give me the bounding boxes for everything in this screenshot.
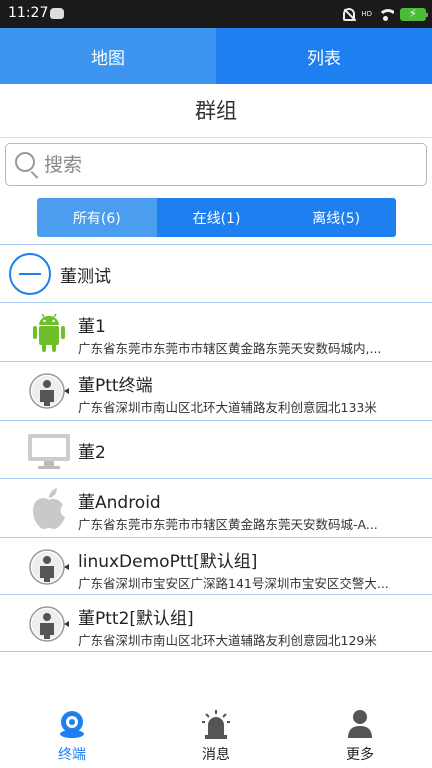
status-time: 11:27 <box>8 5 49 21</box>
filter-online[interactable]: 在线(1) <box>156 198 277 237</box>
wifi-icon <box>378 7 394 21</box>
apple-icon <box>33 488 65 529</box>
ptt-user-icon <box>29 549 69 585</box>
device-name: 董1 <box>78 317 106 337</box>
device-name: linuxDemoPtt[默认组] <box>78 552 258 572</box>
ptt-user-icon <box>29 606 69 642</box>
group-name: 董测试 <box>60 267 111 287</box>
page-title: 群组 <box>0 84 432 138</box>
search-input[interactable] <box>44 148 414 182</box>
search-box <box>5 143 427 186</box>
android-icon <box>33 313 65 352</box>
charging-battery-icon: ⚡ <box>400 7 428 21</box>
terminal-icon <box>60 711 84 738</box>
person-icon <box>348 710 372 738</box>
device-name: 董Ptt终端 <box>78 376 153 396</box>
device-name: 董Ptt2[默认组] <box>78 609 194 629</box>
device-row[interactable]: 董Android 广东省东莞市东莞市市辖区黄金路东莞天安数码城-A... <box>0 479 432 537</box>
device-row[interactable]: 董2 <box>0 421 432 479</box>
bottom-nav: 终端 消息 更多 <box>0 700 432 768</box>
view-tabs: 地图 列表 <box>0 28 432 84</box>
device-address: 广东省深圳市南山区北环大道辅路友利创意园北129米 <box>78 633 377 648</box>
group-header[interactable]: 董测试 <box>0 246 432 302</box>
device-row[interactable]: 董1 广东省东莞市东莞市市辖区黄金路东莞天安数码城内,... <box>0 303 432 361</box>
device-address: 广东省深圳市南山区北环大道辅路友利创意园北133米 <box>78 400 377 415</box>
collapse-icon[interactable] <box>9 253 51 295</box>
nav-label: 终端 <box>58 747 86 763</box>
nav-messages[interactable]: 消息 <box>144 700 288 768</box>
nav-label: 消息 <box>202 747 230 763</box>
search-icon <box>15 152 35 172</box>
device-address: 广东省深圳市宝安区广深路141号深圳市宝安区交警大... <box>78 576 389 591</box>
filter-offline[interactable]: 离线(5) <box>276 198 396 237</box>
divider <box>0 244 432 245</box>
hd-indicator: HD <box>361 9 372 18</box>
notification-icon <box>50 8 64 19</box>
device-row[interactable]: 董Ptt终端 广东省深圳市南山区北环大道辅路友利创意园北133米 <box>0 362 432 420</box>
device-name: 董2 <box>78 443 106 463</box>
status-bar: 11:27 HD ⚡ <box>0 0 432 28</box>
alarm-icon <box>202 710 230 739</box>
mute-icon <box>343 7 356 21</box>
device-address: 广东省东莞市东莞市市辖区黄金路东莞天安数码城-A... <box>78 517 378 532</box>
nav-terminal[interactable]: 终端 <box>0 700 144 768</box>
device-row[interactable]: 董Ptt2[默认组] 广东省深圳市南山区北环大道辅路友利创意园北129米 <box>0 595 432 653</box>
monitor-icon <box>28 434 70 469</box>
status-filter: 所有(6) 在线(1) 离线(5) <box>37 198 396 237</box>
ptt-user-icon <box>29 373 69 409</box>
device-address: 广东省东莞市东莞市市辖区黄金路东莞天安数码城内,... <box>78 341 382 356</box>
divider <box>0 651 432 652</box>
tab-list[interactable]: 列表 <box>216 28 432 84</box>
device-name: 董Android <box>78 493 161 513</box>
tab-map[interactable]: 地图 <box>0 28 216 84</box>
status-icons: HD ⚡ <box>343 6 428 22</box>
filter-all[interactable]: 所有(6) <box>37 198 157 237</box>
device-row[interactable]: linuxDemoPtt[默认组] 广东省深圳市宝安区广深路141号深圳市宝安区… <box>0 538 432 596</box>
nav-more[interactable]: 更多 <box>288 700 432 768</box>
nav-label: 更多 <box>346 747 374 763</box>
